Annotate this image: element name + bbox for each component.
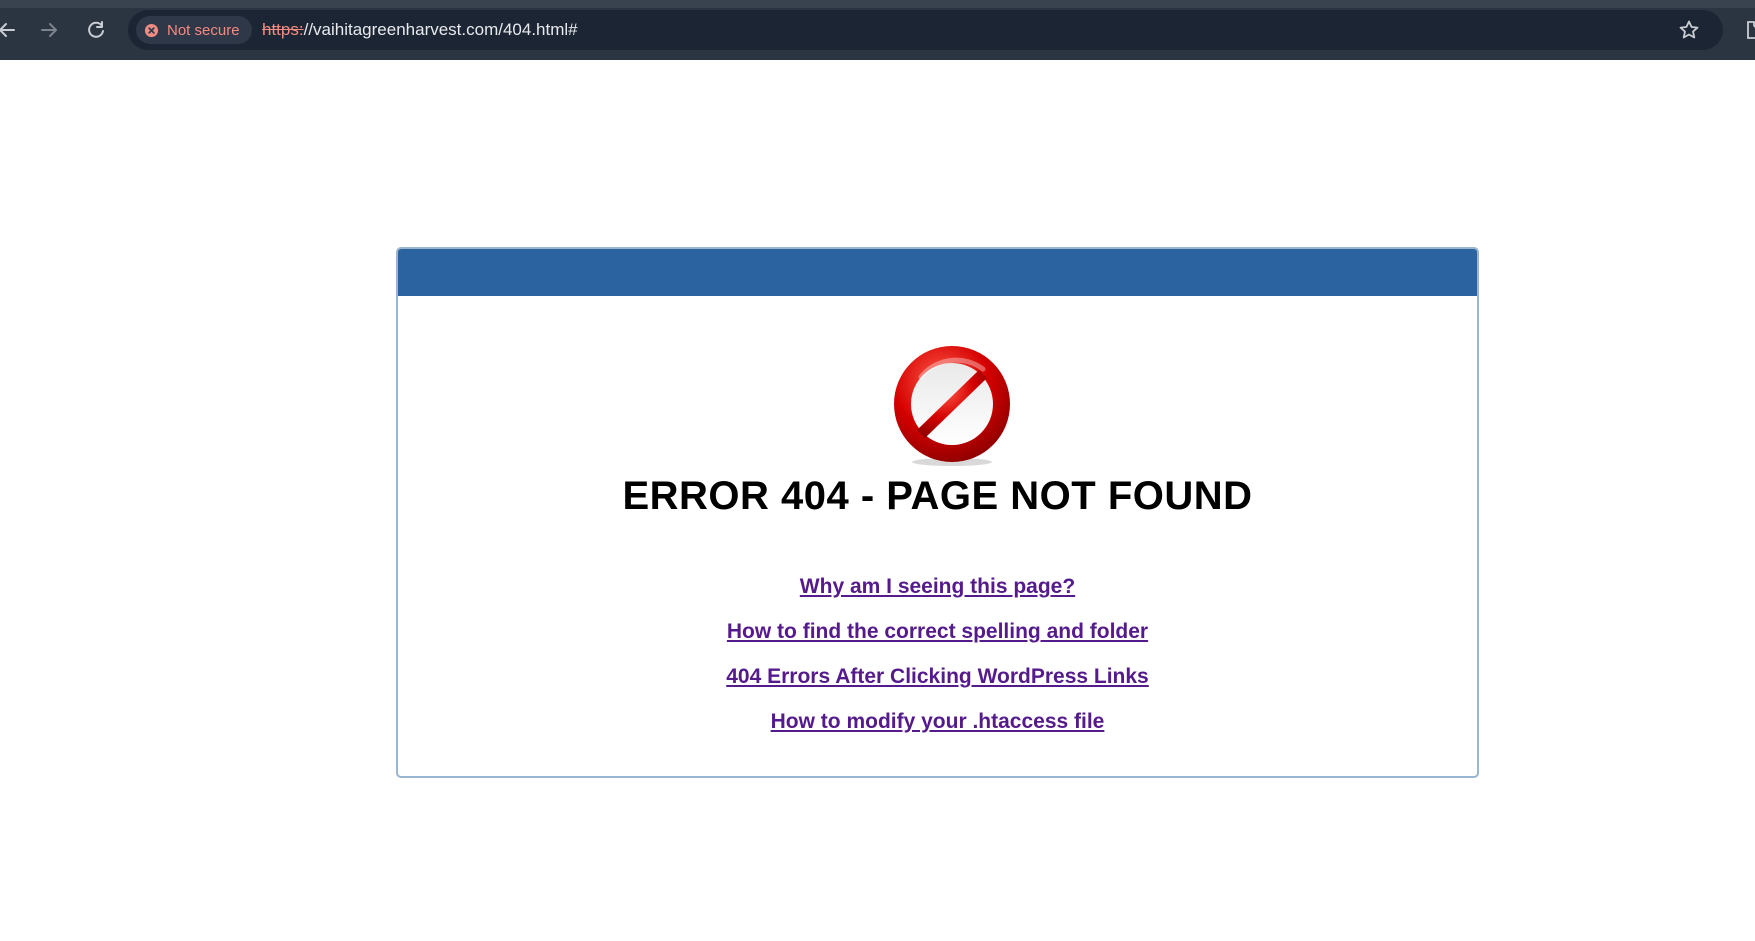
help-link-htaccess[interactable]: How to modify your .htaccess file <box>398 699 1477 744</box>
back-button[interactable] <box>0 16 20 44</box>
help-link-correct-spelling[interactable]: How to find the correct spelling and fol… <box>398 609 1477 654</box>
security-label: Not secure <box>167 21 240 39</box>
reload-icon <box>88 21 104 38</box>
security-indicator[interactable]: Not secure <box>136 16 252 44</box>
extensions-icon <box>1747 21 1755 39</box>
url-scheme: https: <box>262 20 304 39</box>
help-link-wordpress-errors[interactable]: 404 Errors After Clicking WordPress Link… <box>398 654 1477 699</box>
help-link-why-seeing[interactable]: Why am I seeing this page? <box>398 564 1477 609</box>
url-rest: //vaihitagreenharvest.com/404.html# <box>303 20 578 39</box>
card-header-bar <box>398 249 1477 296</box>
error-title: ERROR 404 - PAGE NOT FOUND <box>622 474 1253 518</box>
reload-button[interactable] <box>82 16 110 44</box>
bookmark-button[interactable] <box>1677 18 1701 42</box>
not-secure-icon <box>144 23 159 37</box>
extensions-button[interactable] <box>1744 18 1755 42</box>
bookmark-star-icon <box>1679 20 1699 39</box>
forward-button[interactable] <box>36 16 64 44</box>
error-card: ERROR 404 - PAGE NOT FOUND Why am I seei… <box>396 247 1479 778</box>
browser-toolbar: Not secure https://vaihitagreenharvest.c… <box>0 0 1755 60</box>
url-text[interactable]: https://vaihitagreenharvest.com/404.html… <box>262 20 578 40</box>
back-arrow-icon <box>0 23 15 37</box>
address-bar[interactable]: Not secure https://vaihitagreenharvest.c… <box>128 10 1723 50</box>
prohibited-icon <box>894 346 1010 466</box>
forward-arrow-icon <box>41 23 57 37</box>
tab-strip <box>0 0 1755 8</box>
help-links: Why am I seeing this page? How to find t… <box>398 564 1477 744</box>
